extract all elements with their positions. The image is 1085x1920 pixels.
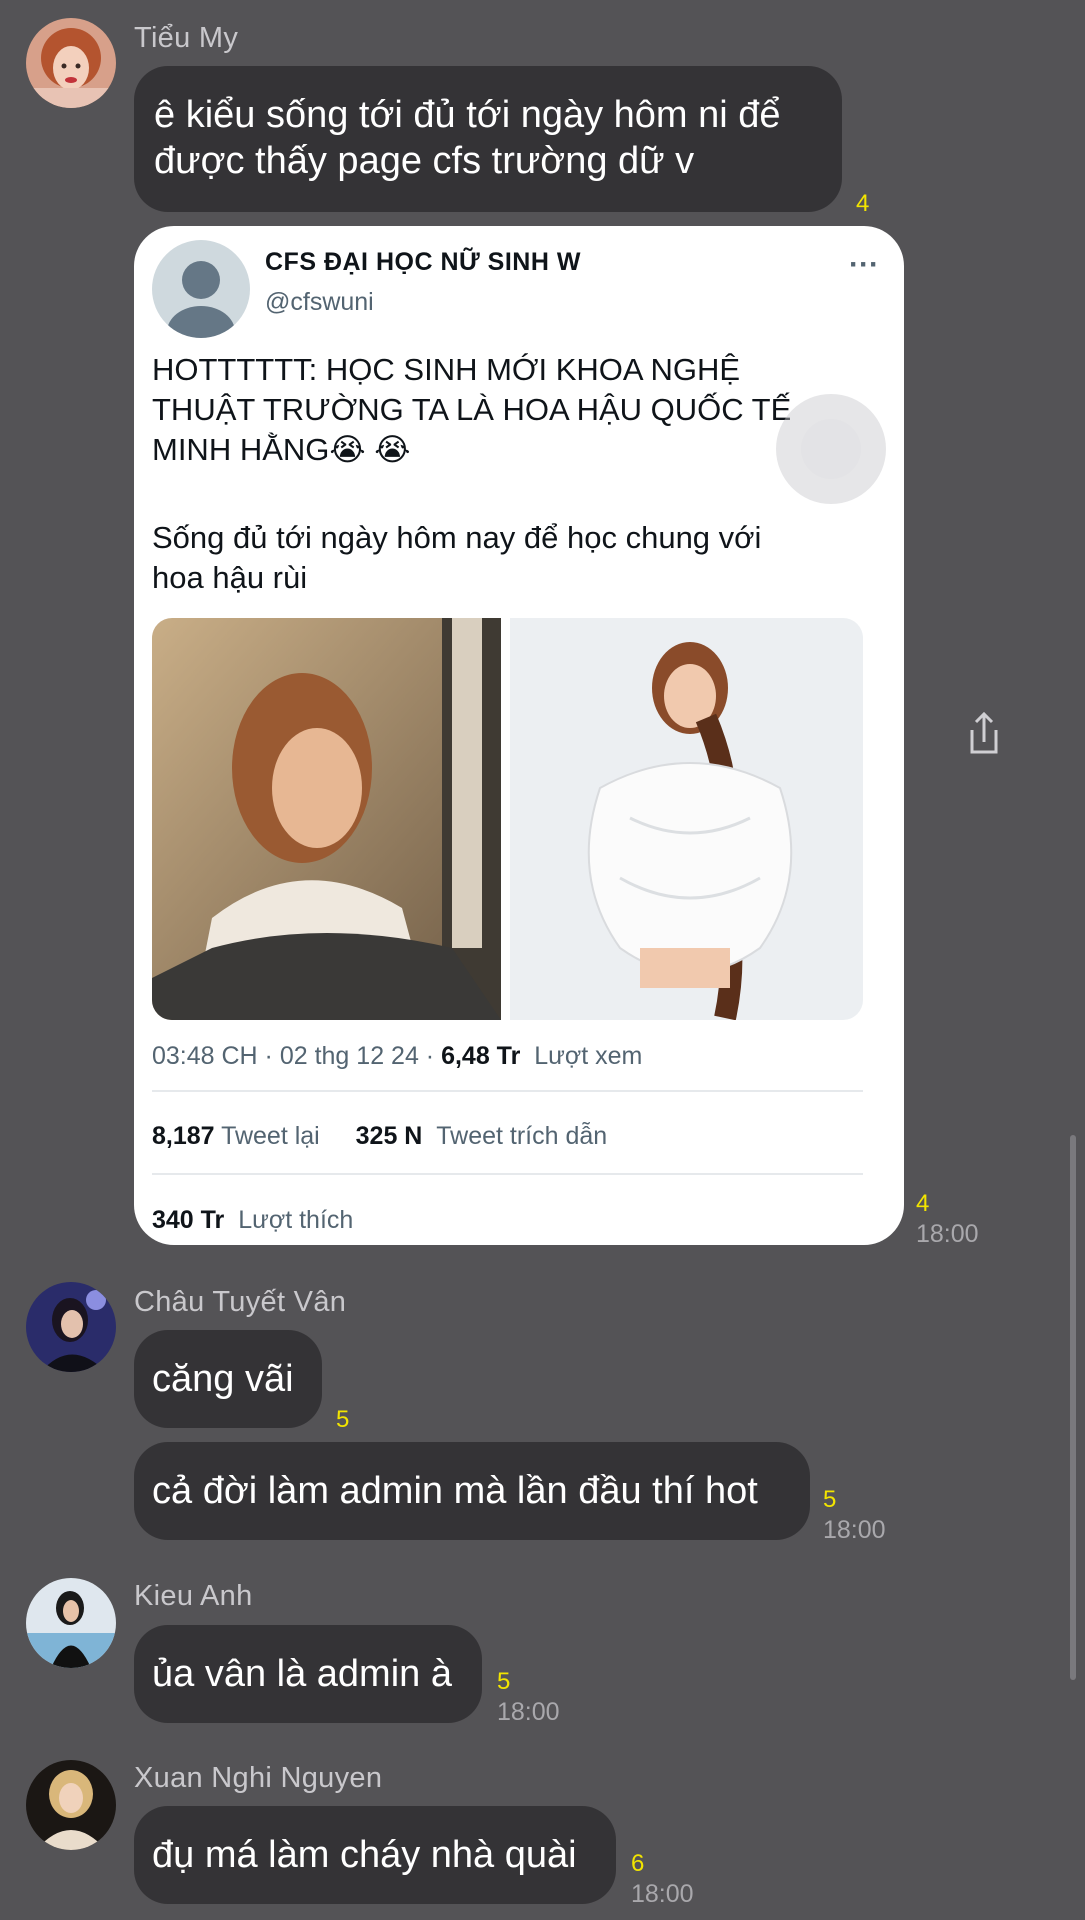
message-text: đụ má làm cháy nhà quài	[152, 1834, 577, 1876]
read-count: 5	[336, 1406, 350, 1433]
sender-name: Tiểu My	[134, 22, 239, 54]
read-count: 5	[497, 1668, 511, 1695]
message-text: cả đời làm admin mà lần đầu thí hot	[152, 1470, 758, 1512]
sender-name: Kieu Anh	[134, 1580, 253, 1612]
avatar-image	[26, 1760, 116, 1850]
message-text: ủa vân là admin à	[152, 1653, 452, 1695]
quotes-label: Tweet trích dẫn	[436, 1122, 608, 1150]
likes-label: Lượt thích	[238, 1206, 354, 1234]
tweet-meta: 03:48 CH · 02 thg 12 24 · 6,48 Tr Lượt x…	[152, 1042, 642, 1071]
sender-name: Xuan Nghi Nguyen	[134, 1762, 383, 1794]
avatar-image	[26, 1578, 116, 1668]
sender-name: Châu Tuyết Vân	[134, 1286, 347, 1318]
tweet-timestamp: 03:48 CH · 02 thg 12 24 ·	[152, 1042, 435, 1070]
avatar-image	[26, 18, 116, 108]
message-bubble[interactable]: đụ má làm cháy nhà quài	[134, 1806, 616, 1904]
divider	[152, 1090, 863, 1092]
message-bubble[interactable]: căng vãi	[134, 1330, 322, 1428]
tweet-card[interactable]: CFS ĐẠI HỌC NỮ SINH W @cfswuni ··· HOTTT…	[134, 226, 904, 1245]
read-count: 6	[631, 1850, 645, 1877]
tweet-author-handle: @cfswuni	[265, 288, 374, 316]
message-bubble[interactable]: ê kiểu sống tới đủ tới ngày hôm ni để đư…	[134, 66, 842, 212]
tweet-likes: 340 Tr Lượt thích	[152, 1206, 353, 1235]
tweet-views-label: Lượt xem	[534, 1042, 643, 1070]
tweet-engagement: 8,187 Tweet lại 325 N Tweet trích dẫn	[152, 1122, 607, 1151]
avatar-kieu-anh[interactable]	[26, 1578, 116, 1668]
tweet-headline-line1: HOTTTTTT: HỌC SINH MỚI KHOA NGHỆ	[152, 352, 741, 387]
avatar-chau-tuyet-van[interactable]	[26, 1282, 116, 1372]
message-bubble[interactable]: cả đời làm admin mà lần đầu thí hot	[134, 1442, 810, 1540]
share-button[interactable]	[950, 706, 1018, 762]
share-icon	[970, 711, 998, 754]
message-time: 18:00	[631, 1880, 694, 1908]
message-time: 18:00	[497, 1698, 560, 1726]
quotes-count: 325 N	[355, 1122, 423, 1150]
read-count: 5	[823, 1486, 837, 1513]
tweet-photo-1[interactable]	[152, 618, 501, 1020]
default-profile-icon	[167, 261, 235, 338]
divider	[152, 1173, 863, 1175]
more-icon[interactable]: ···	[849, 248, 879, 282]
photo-woman-white-dress	[510, 618, 863, 1020]
message-text: ê kiểu sống tới đủ tới ngày hôm ni để đư…	[154, 94, 781, 182]
message-text: căng vãi	[152, 1358, 294, 1400]
retweets-count: 8,187	[152, 1122, 215, 1150]
touch-indicator	[776, 394, 886, 504]
message-time: 18:00	[823, 1516, 886, 1544]
read-count: 4	[856, 190, 870, 217]
avatar-image	[26, 1282, 116, 1372]
tweet-photo-2[interactable]	[510, 618, 863, 1020]
read-count: 4	[916, 1190, 930, 1217]
message-bubble[interactable]: ủa vân là admin à	[134, 1625, 482, 1723]
tweet-body-line1: Sống đủ tới ngày hôm nay để học chung vớ…	[152, 520, 762, 555]
tweet-views-count: 6,48 Tr	[441, 1042, 521, 1070]
retweets-label: Tweet lại	[221, 1122, 320, 1150]
tweet-body: Sống đủ tới ngày hôm nay để học chung vớ…	[152, 518, 892, 598]
tweet-avatar	[152, 240, 250, 338]
avatar-tieu-my[interactable]	[26, 18, 116, 108]
photo-woman-by-window	[152, 618, 501, 1020]
likes-count: 340 Tr	[152, 1206, 225, 1234]
tweet-body-line2: hoa hậu rùi	[152, 560, 308, 595]
avatar-xuan-nghi-nguyen[interactable]	[26, 1760, 116, 1850]
message-time: 18:00	[916, 1220, 979, 1248]
tweet-author-name: CFS ĐẠI HỌC NỮ SINH W	[265, 248, 581, 276]
scrollbar[interactable]	[1070, 1135, 1076, 1680]
